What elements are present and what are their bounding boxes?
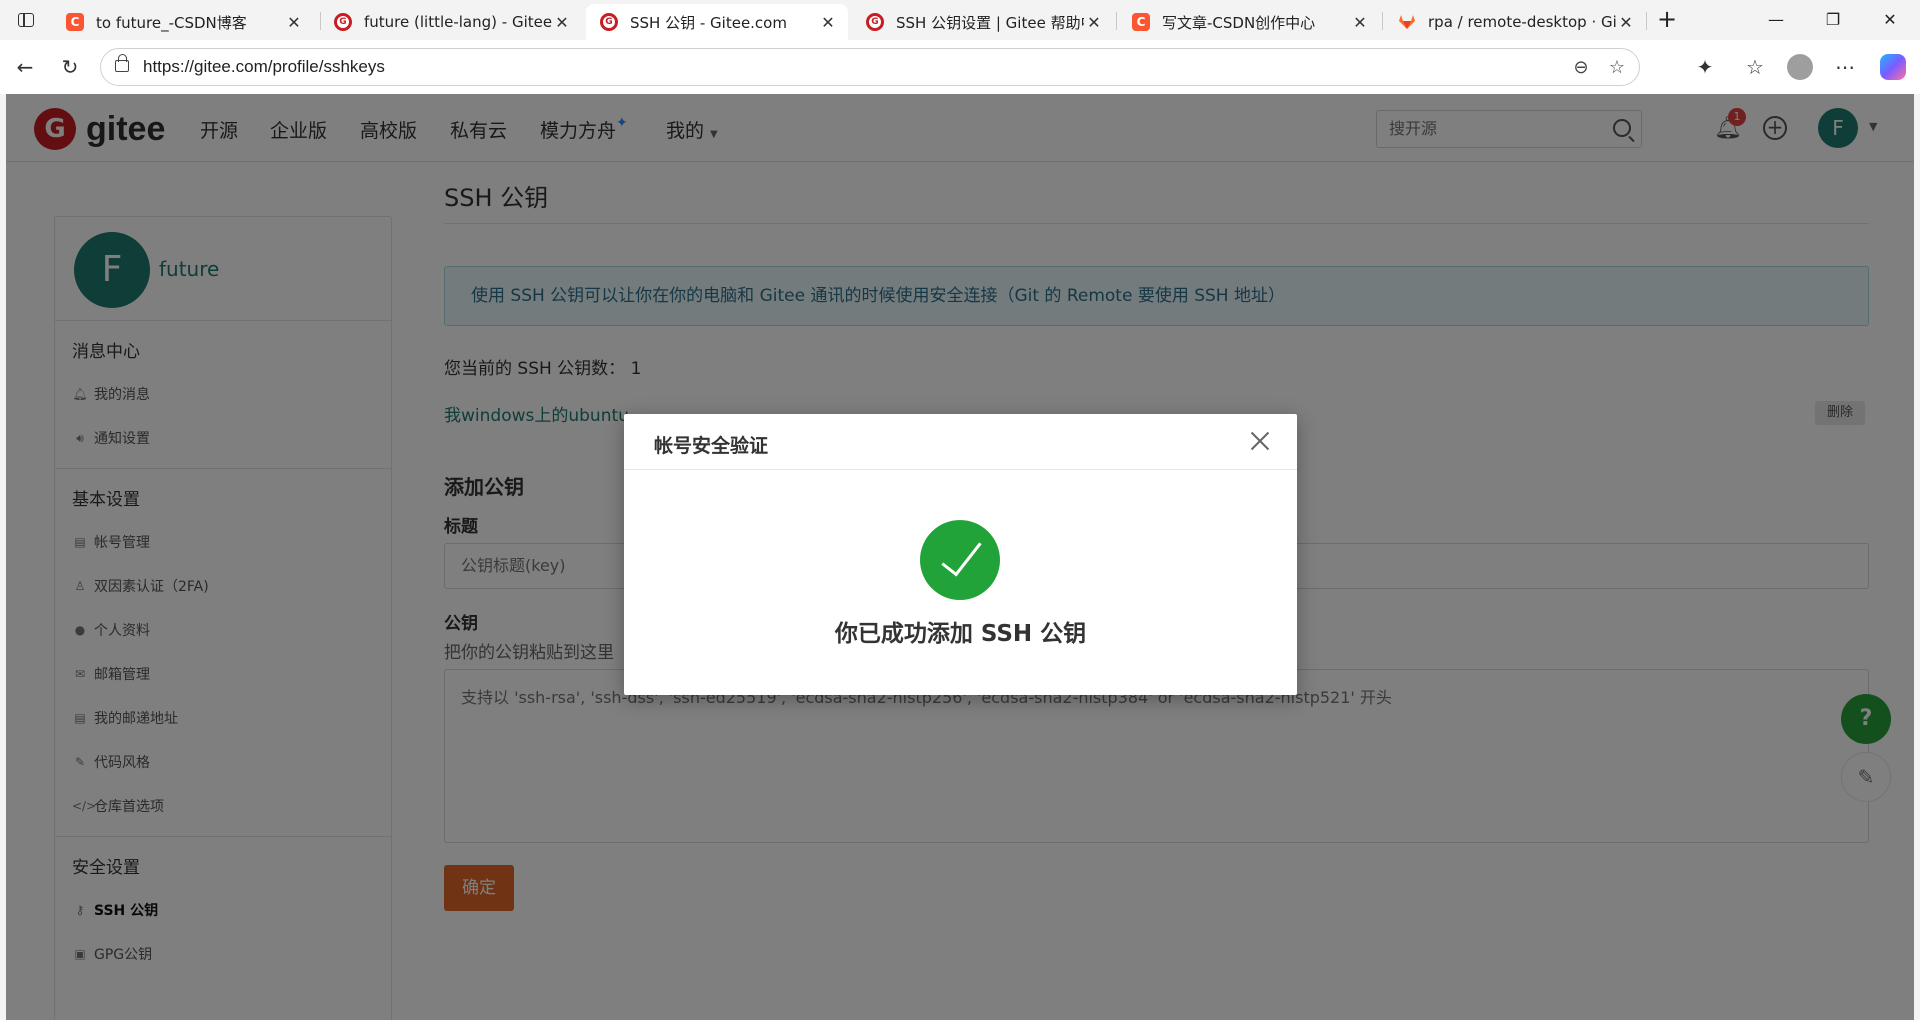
refresh-icon[interactable]: ↻ (55, 52, 85, 82)
gitlab-icon (1398, 13, 1416, 31)
url-text[interactable]: https://gitee.com/profile/sshkeys (143, 57, 385, 77)
browser-tab[interactable]: C to future_-CSDN博客 ✕ (52, 4, 314, 40)
tab-title: SSH 公钥 - Gitee.com (630, 13, 787, 32)
tab-strip: C to future_-CSDN博客 ✕ G future (little-l… (0, 0, 1920, 40)
reader-mode-icon[interactable]: ⊖ (1569, 56, 1593, 80)
copilot-icon[interactable] (1880, 54, 1906, 80)
close-tab-icon[interactable]: ✕ (284, 13, 304, 32)
restore-icon[interactable]: ❐ (1805, 0, 1861, 40)
csdn-icon: C (1132, 13, 1150, 31)
tab-title: to future_-CSDN博客 (96, 13, 247, 32)
tab-actions-icon (18, 13, 34, 27)
close-tab-icon[interactable]: ✕ (1084, 13, 1104, 32)
dialog-title: 帐号安全验证 (654, 435, 769, 457)
security-verification-dialog: 帐号安全验证 你已成功添加 SSH 公钥 (624, 414, 1297, 695)
close-tab-icon[interactable]: ✕ (1350, 13, 1370, 32)
favorites-icon[interactable]: ☆ (1740, 52, 1770, 82)
gitee-icon: G (600, 13, 618, 31)
success-message: 你已成功添加 SSH 公钥 (834, 621, 1087, 647)
close-tab-icon[interactable]: ✕ (552, 13, 572, 32)
close-icon[interactable] (1245, 426, 1275, 456)
csdn-icon: C (66, 13, 84, 31)
tab-title: SSH 公钥设置 | Gitee 帮助中心 (896, 13, 1084, 32)
close-tab-icon[interactable]: ✕ (1616, 13, 1636, 32)
gitee-icon: G (866, 13, 884, 31)
new-tab-icon[interactable]: + (1652, 6, 1682, 34)
browser-tab[interactable]: C 写文章-CSDN创作中心 ✕ (1118, 4, 1380, 40)
tab-divider (1116, 12, 1117, 30)
tab-divider (1382, 12, 1383, 30)
back-arrow-icon[interactable]: ← (10, 52, 40, 82)
success-check-icon (920, 520, 1000, 600)
gitee-icon: G (334, 13, 352, 31)
tab-title: 写文章-CSDN创作中心 (1162, 13, 1316, 32)
profile-avatar-icon[interactable] (1787, 54, 1813, 80)
browser-toolbar: ← ↻ https://gitee.com/profile/sshkeys ⊖ … (0, 40, 1920, 94)
more-menu-icon[interactable]: ⋯ (1830, 52, 1860, 82)
tab-divider (1646, 12, 1647, 30)
minimize-icon[interactable]: — (1748, 0, 1804, 40)
browser-tab[interactable]: rpa / remote-desktop · GitLab ✕ (1384, 4, 1646, 40)
extensions-icon[interactable]: ✦ (1690, 52, 1720, 82)
close-window-icon[interactable]: ✕ (1862, 0, 1918, 40)
close-tab-icon[interactable]: ✕ (818, 13, 838, 32)
favorite-star-icon[interactable]: ☆ (1605, 56, 1629, 80)
tab-title: rpa / remote-desktop · GitLab (1428, 13, 1616, 31)
browser-tab[interactable]: G future (little-lang) - Gitee.com ✕ (320, 4, 582, 40)
lock-icon (115, 54, 129, 72)
address-bar[interactable]: https://gitee.com/profile/sshkeys ⊖ ☆ (100, 48, 1640, 86)
tab-actions-button[interactable] (8, 6, 44, 34)
tab-title: future (little-lang) - Gitee.com (364, 13, 552, 31)
browser-tab[interactable]: G SSH 公钥设置 | Gitee 帮助中心 ✕ (852, 4, 1114, 40)
browser-tab-active[interactable]: G SSH 公钥 - Gitee.com ✕ (586, 4, 848, 40)
dialog-header: 帐号安全验证 (624, 414, 1297, 470)
